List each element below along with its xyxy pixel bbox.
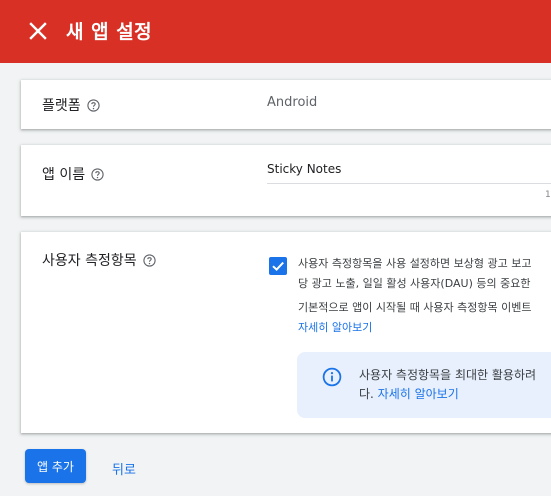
character-counter: 12 — [545, 190, 551, 200]
info-banner-text: 사용자 측정항목을 최대한 활용하려 다. 자세히 알아보기 — [359, 366, 536, 404]
add-app-button[interactable]: 앱 추가 — [25, 449, 86, 483]
close-icon[interactable] — [28, 21, 48, 41]
app-name-card: 앱 이름 12 — [21, 145, 551, 216]
info-banner-line1: 사용자 측정항목을 최대한 활용하려 — [359, 368, 537, 382]
app-name-row-label: 앱 이름 — [42, 164, 104, 184]
page-title: 새 앱 설정 — [66, 21, 153, 43]
user-metrics-checkbox[interactable] — [269, 257, 287, 275]
user-metrics-row-label: 사용자 측정항목 — [42, 250, 156, 270]
info-banner-line2-prefix: 다. — [359, 387, 378, 401]
back-button[interactable]: 뒤로 — [112, 459, 136, 478]
help-circle-icon[interactable] — [142, 253, 156, 267]
app-name-label: 앱 이름 — [42, 167, 86, 183]
platform-value: Android — [267, 95, 318, 110]
info-learn-more-link[interactable]: 자세히 알아보기 — [378, 387, 459, 401]
help-circle-icon[interactable] — [91, 167, 104, 181]
platform-row-label: 플랫폼 — [42, 95, 100, 115]
info-banner-line2: 다. 자세히 알아보기 — [359, 385, 536, 404]
app-bar: 새 앱 설정 — [0, 0, 551, 63]
user-metrics-description-line1: 사용자 측정항목을 사용 설정하면 보상형 광고 보고 — [298, 257, 532, 270]
info-icon — [322, 367, 342, 387]
user-metrics-label: 사용자 측정항목 — [42, 253, 137, 269]
platform-label: 플랫폼 — [42, 98, 81, 114]
app-name-input[interactable] — [267, 160, 551, 184]
user-metrics-description-line3: 기본적으로 앱이 시작될 때 사용자 측정항목 이벤트 — [298, 301, 532, 314]
platform-card: 플랫폼 Android — [21, 80, 551, 129]
help-circle-icon[interactable] — [86, 98, 100, 112]
user-metrics-description-line2: 당 광고 노출, 일일 활성 사용자(DAU) 등의 중요한 — [298, 277, 531, 290]
learn-more-link[interactable]: 자세히 알아보기 — [298, 318, 372, 338]
info-banner: 사용자 측정항목을 최대한 활용하려 다. 자세히 알아보기 — [297, 352, 551, 418]
user-metrics-card: 사용자 측정항목 사용자 측정항목을 사용 설정하면 보상형 광고 보고 당 광… — [21, 232, 551, 433]
checkmark-icon — [272, 261, 284, 272]
